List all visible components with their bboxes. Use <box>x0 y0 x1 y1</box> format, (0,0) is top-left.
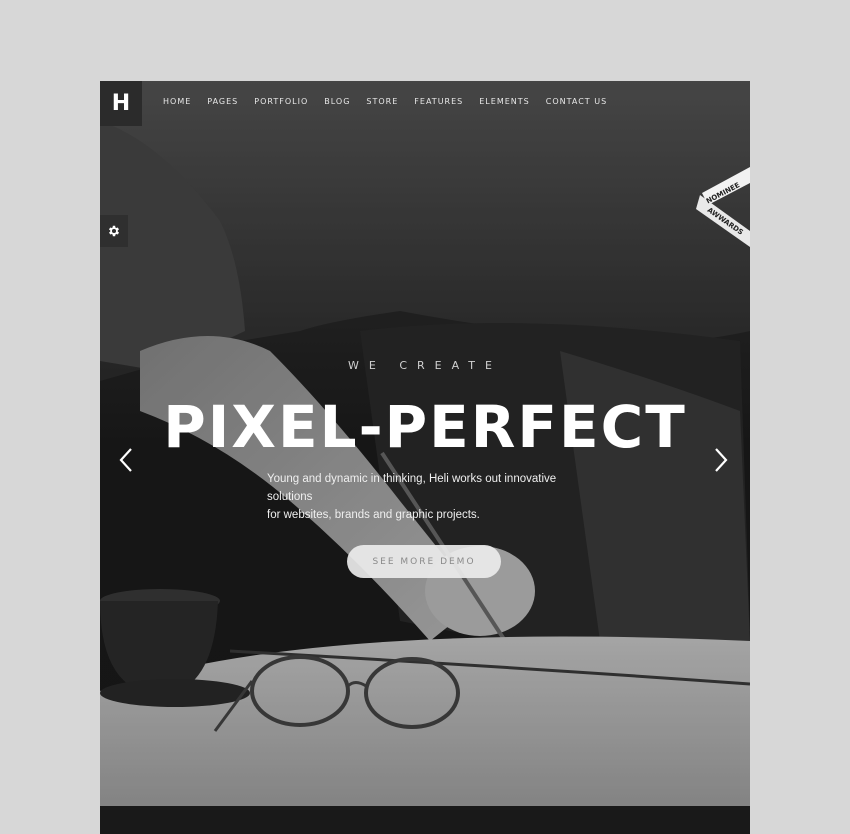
chevron-right-icon[interactable] <box>713 447 729 473</box>
logo-letter: H <box>111 91 131 116</box>
hero-description-line-1: Young and dynamic in thinking, Heli work… <box>267 473 557 503</box>
nav-portfolio[interactable]: PORTFOLIO <box>254 97 308 106</box>
gear-icon <box>108 225 120 237</box>
nav-elements[interactable]: ELEMENTS <box>479 97 529 106</box>
awwards-nominee-ribbon[interactable]: NOMINEE AWWARDS <box>694 165 750 255</box>
hero-title: PIXEL-PERFECT <box>163 393 687 461</box>
hero-pre-title: WE CREATE <box>348 359 502 372</box>
nav-store[interactable]: STORE <box>366 97 398 106</box>
ribbon-bottom-text: AWWARDS <box>706 206 745 237</box>
main-navigation: HOME PAGES PORTFOLIO BLOG STORE FEATURES… <box>163 97 623 106</box>
site-logo[interactable]: H <box>100 81 142 126</box>
hero-frame: H HOME PAGES PORTFOLIO BLOG STORE FEATUR… <box>100 81 750 834</box>
nav-blog[interactable]: BLOG <box>324 97 350 106</box>
nav-contact-us[interactable]: CONTACT US <box>546 97 607 106</box>
nav-features[interactable]: FEATURES <box>414 97 463 106</box>
hero-description: Young and dynamic in thinking, Heli work… <box>267 470 597 524</box>
settings-button[interactable] <box>100 215 128 247</box>
chevron-left-icon[interactable] <box>118 447 134 473</box>
hero-description-line-2: for websites, brands and graphic project… <box>267 509 480 521</box>
nav-pages[interactable]: PAGES <box>207 97 238 106</box>
see-more-demo-button[interactable]: SEE MORE DEMO <box>347 545 501 578</box>
nav-home[interactable]: HOME <box>163 97 191 106</box>
